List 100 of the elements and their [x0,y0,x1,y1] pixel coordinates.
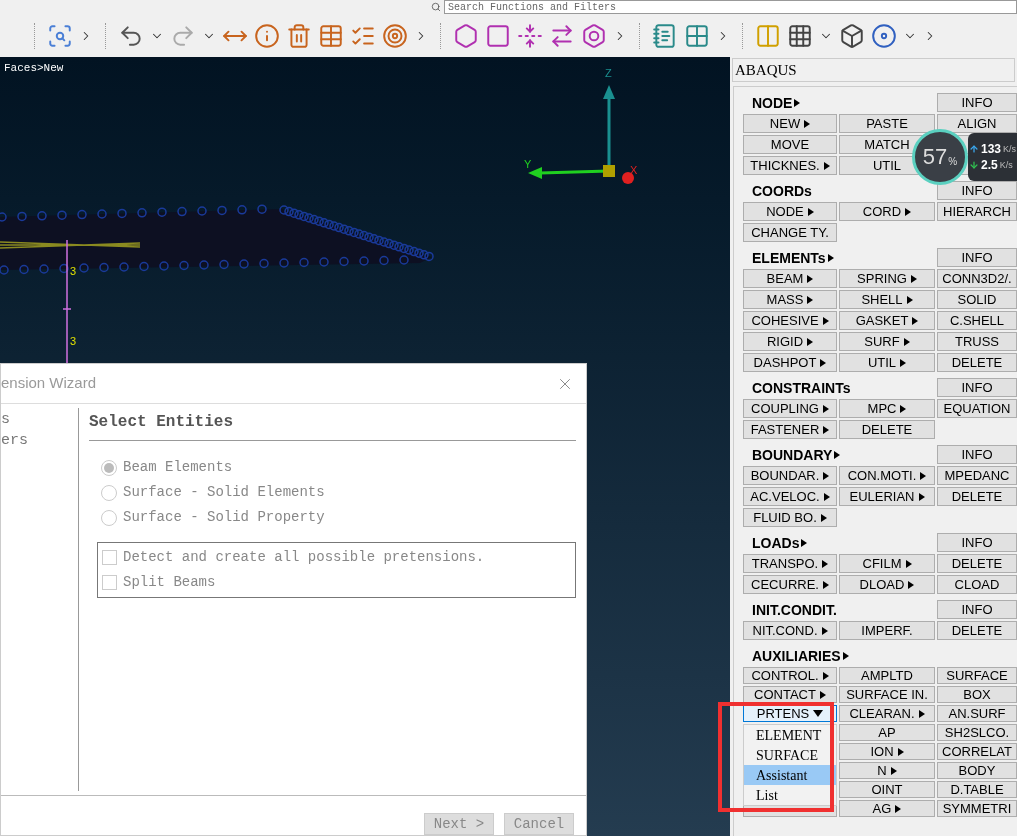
panel-button[interactable]: ION [839,743,935,760]
panel-button[interactable]: COHESIVE [743,311,837,330]
panel-button[interactable]: AC.VELOC. [743,487,837,506]
target-icon[interactable] [382,22,408,49]
panel-button[interactable]: CHANGE TY. [743,223,837,242]
panel-button[interactable]: CONN3D2/. [937,269,1017,288]
panel-button[interactable]: BOX [937,686,1017,703]
panel-button[interactable]: AMPLTD [839,667,935,684]
search-icon [431,2,441,12]
panel-button[interactable]: TRANSPO. [743,554,837,573]
panel-button[interactable]: NIT.COND. [743,621,837,640]
panel-button[interactable]: INFO [937,181,1017,200]
info-icon[interactable] [254,22,280,49]
panel-button[interactable]: NODE [743,202,837,221]
download-speed: 2.5 [981,159,998,171]
menu-item[interactable]: SURFACE [744,745,836,765]
panel-button[interactable]: INFO [937,600,1017,619]
panel-button[interactable]: TRUSS [937,332,1017,351]
download-arrow-icon [969,160,979,170]
panel-button[interactable]: SURFACE [937,667,1017,684]
panel-button[interactable]: MPC [839,399,935,418]
panel-button[interactable]: SPRING [839,269,935,288]
panel-button[interactable]: D.TABLE [937,781,1017,798]
panel-button[interactable]: THICKNES. [743,156,837,175]
disc-icon[interactable] [871,22,897,49]
table-icon[interactable] [318,22,344,49]
panel-button[interactable]: C.SHELL [937,311,1017,330]
panel-button[interactable]: INFO [937,93,1017,112]
notepad-icon[interactable] [652,22,678,49]
panel-button[interactable]: BODY [937,762,1017,779]
grid-icon[interactable] [787,22,813,49]
panel-button[interactable]: DELETE [839,420,935,439]
checker-icon[interactable] [684,22,710,49]
panel-button[interactable]: SOLID [937,290,1017,309]
panel-button[interactable]: SH2SLCO. [937,724,1017,741]
panel-button[interactable]: INFO [937,533,1017,552]
panel-button[interactable]: CORRELAT [937,743,1017,760]
panel-button[interactable]: OINT [839,781,935,798]
panel-button[interactable]: AP [839,724,935,741]
panel-button[interactable]: SHELL [839,290,935,309]
panel-button[interactable]: IMPERF. [839,621,935,640]
panel-button[interactable]: CLEARAN. [839,705,935,722]
section-heading: CONSTRAINTs [752,380,851,395]
panel-title: ABAQUS [732,58,1015,82]
panel-button[interactable]: SURF [839,332,935,351]
swap-arrows-icon[interactable] [549,22,575,49]
panel-button[interactable]: DELETE [937,554,1017,573]
panel-button[interactable]: EULERIAN [839,487,935,506]
search-field[interactable]: Search Functions and Filters [444,0,1017,14]
panel-button[interactable]: UTIL [839,353,935,372]
square-icon[interactable] [485,22,511,49]
panel-button[interactable]: ALIGN [937,114,1017,133]
panel-button[interactable]: FASTENER [743,420,837,439]
wizard-step[interactable]: s [1,412,78,427]
wizard-step[interactable]: ers [1,433,78,448]
fold-icon[interactable] [517,22,543,49]
panel-button[interactable]: MPEDANC [937,466,1017,485]
panel-button[interactable]: MASS [743,290,837,309]
zoom-select-icon[interactable] [47,22,73,49]
panel-button[interactable]: CLOAD [937,575,1017,594]
menu-item[interactable]: Assistant [744,765,836,785]
panel-button[interactable]: SURFACE IN. [839,686,935,703]
panel-button[interactable]: DELETE [937,353,1017,372]
panel-button[interactable]: DASHPOT [743,353,837,372]
panel-button[interactable]: CON.MOTI. [839,466,935,485]
panel-button[interactable]: DELETE [937,621,1017,640]
panel-button[interactable]: CORD [839,202,935,221]
panel-button[interactable]: DLOAD [839,575,935,594]
panel-button[interactable]: AN.SURF [937,705,1017,722]
radio-label: Surface - Solid Elements [123,483,325,502]
menu-item[interactable]: ELEMENT [744,725,836,745]
panel-button[interactable]: BOUNDAR. [743,466,837,485]
menu-item[interactable]: List [744,785,836,805]
delete-icon[interactable] [286,22,312,49]
panel-button[interactable]: CONTROL. [743,667,837,684]
panel-button[interactable]: NEW [743,114,837,133]
panel-button[interactable]: GASKET [839,311,935,330]
panel-button[interactable]: CFILM [839,554,935,573]
panel-button[interactable]: AG [839,800,935,817]
panel-button[interactable]: DELETE [937,487,1017,506]
section-heading: NODE [752,95,793,110]
panel-button[interactable]: INFO [937,248,1017,267]
panel-button[interactable]: SYMMETRI [937,800,1017,817]
panel-button[interactable]: PASTE [839,114,935,133]
panel-button[interactable]: HIERARCH [937,202,1017,221]
upload-arrow-icon [969,144,979,154]
speed-unit: K/s [1003,144,1017,154]
panel-button[interactable]: EQUATION [937,399,1017,418]
panel-button[interactable]: BEAM [743,269,837,288]
hexagon-icon[interactable] [453,22,479,49]
panel-button[interactable]: N [839,762,935,779]
panel-button[interactable]: CECURRE. [743,575,837,594]
panel-button[interactable]: COUPLING [743,399,837,418]
section-heading: COORDs [752,183,812,198]
panel-button[interactable]: INFO [937,378,1017,397]
panel-button[interactable]: FLUID BO. [743,508,837,527]
mesh-box-icon[interactable] [839,22,865,49]
panel-button[interactable]: INFO [937,445,1017,464]
panel-button[interactable]: RIGID [743,332,837,351]
panel-button[interactable]: MOVE [743,135,837,154]
